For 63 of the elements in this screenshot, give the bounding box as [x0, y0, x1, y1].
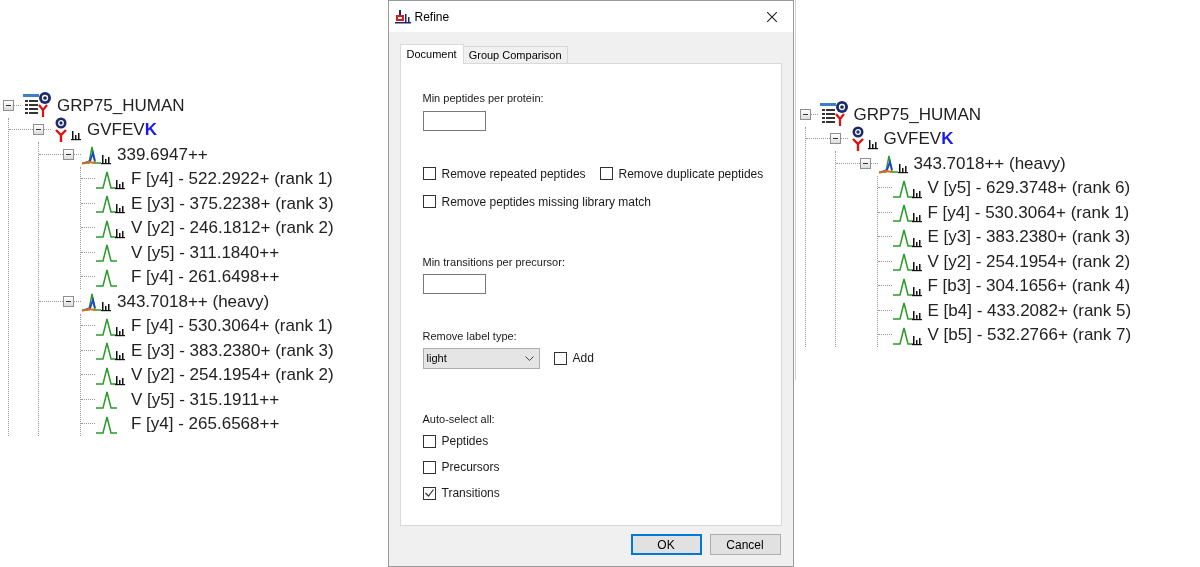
- checkbox[interactable]: [422, 460, 436, 474]
- dialog-button[interactable]: OK: [630, 534, 702, 555]
- transition-label[interactable]: F [b3] - 304.1656+ (rank 4): [927, 273, 1131, 299]
- checkbox-label[interactable]: Precursors: [441, 458, 500, 476]
- collapse-button[interactable]: [859, 157, 871, 169]
- dropdown[interactable]: light: [422, 347, 540, 369]
- checkbox-label[interactable]: Transitions: [441, 484, 500, 502]
- protein-label[interactable]: GRP75_HUMAN: [57, 92, 185, 118]
- transition-label[interactable]: V [b5] - 532.2766+ (rank 7): [927, 322, 1132, 348]
- checkbox[interactable]: [422, 167, 436, 180]
- transition-label[interactable]: F [y4] - 522.2922+ (rank 1): [131, 166, 333, 192]
- checkbox-label[interactable]: Remove peptides missing library match: [441, 192, 651, 211]
- field-label: Remove label type:: [422, 329, 518, 344]
- tab[interactable]: Document: [399, 44, 464, 64]
- transition-label[interactable]: V [y5] - 315.1911++: [131, 386, 280, 412]
- input-field[interactable]: [422, 110, 486, 131]
- chevron-down-icon: [524, 355, 534, 361]
- transition-label[interactable]: F [y4] - 265.6568++: [131, 411, 280, 437]
- input-field[interactable]: [422, 274, 486, 294]
- precursor-label[interactable]: 343.7018++ (heavy): [913, 150, 1066, 176]
- protein-label[interactable]: GRP75_HUMAN: [853, 101, 982, 127]
- transition-label[interactable]: V [y2] - 254.1954+ (rank 2): [131, 362, 334, 388]
- peptide-label[interactable]: GVFEVK: [87, 117, 157, 143]
- checkbox[interactable]: [599, 167, 613, 180]
- checkbox-label[interactable]: Remove repeated peptides: [441, 164, 586, 183]
- transition-label[interactable]: F [y4] - 530.3064+ (rank 1): [927, 199, 1130, 225]
- checkbox[interactable]: [553, 351, 567, 365]
- checkbox[interactable]: [422, 195, 436, 208]
- transition-label[interactable]: E [y3] - 375.2238+ (rank 3): [131, 190, 334, 216]
- checkbox[interactable]: [422, 434, 436, 448]
- transition-label[interactable]: E [b4] - 433.2082+ (rank 5): [927, 297, 1132, 323]
- transition-label[interactable]: V [y2] - 254.1954+ (rank 2): [927, 248, 1131, 274]
- precursor-label[interactable]: 339.6947++: [117, 141, 208, 167]
- collapse-button[interactable]: [799, 108, 811, 120]
- field-label: Auto-select all:: [422, 411, 496, 427]
- checkbox[interactable]: [422, 486, 436, 500]
- close-icon: [766, 11, 777, 22]
- transition-label[interactable]: F [y4] - 261.6498++: [131, 264, 280, 290]
- precursor-label[interactable]: 343.7018++ (heavy): [117, 288, 270, 314]
- window-title: Refine: [414, 8, 450, 26]
- collapse-button[interactable]: [829, 133, 841, 145]
- collapse-button[interactable]: [3, 99, 14, 111]
- collapse-button[interactable]: [33, 124, 44, 136]
- protein-icon: [817, 101, 850, 128]
- field-label: Min transitions per precursor:: [422, 254, 566, 270]
- checkmark-icon: [424, 489, 434, 497]
- collapse-button[interactable]: [63, 295, 74, 307]
- checkbox-label[interactable]: Remove duplicate peptides: [618, 164, 764, 183]
- tab[interactable]: Group Comparison: [463, 46, 568, 63]
- transition-label[interactable]: E [y3] - 383.2380+ (rank 3): [927, 224, 1131, 250]
- protein-icon: [21, 92, 53, 119]
- transition-label[interactable]: F [y4] - 530.3064+ (rank 1): [131, 313, 333, 339]
- app-icon: [394, 9, 411, 24]
- transition-label[interactable]: V [y5] - 311.1840++: [131, 239, 280, 265]
- dialog-button[interactable]: Cancel: [709, 534, 781, 555]
- collapse-button[interactable]: [63, 148, 74, 160]
- peptide-label[interactable]: GVFEVK: [883, 126, 954, 152]
- transition-label[interactable]: V [y5] - 629.3748+ (rank 6): [927, 175, 1131, 201]
- transition-label[interactable]: E [y3] - 383.2380+ (rank 3): [131, 337, 334, 363]
- field-label: Min peptides per protein:: [422, 91, 545, 106]
- checkbox-label[interactable]: Peptides: [441, 432, 489, 450]
- checkbox-label[interactable]: Add: [572, 349, 594, 367]
- transition-label[interactable]: V [y2] - 246.1812+ (rank 2): [131, 215, 334, 241]
